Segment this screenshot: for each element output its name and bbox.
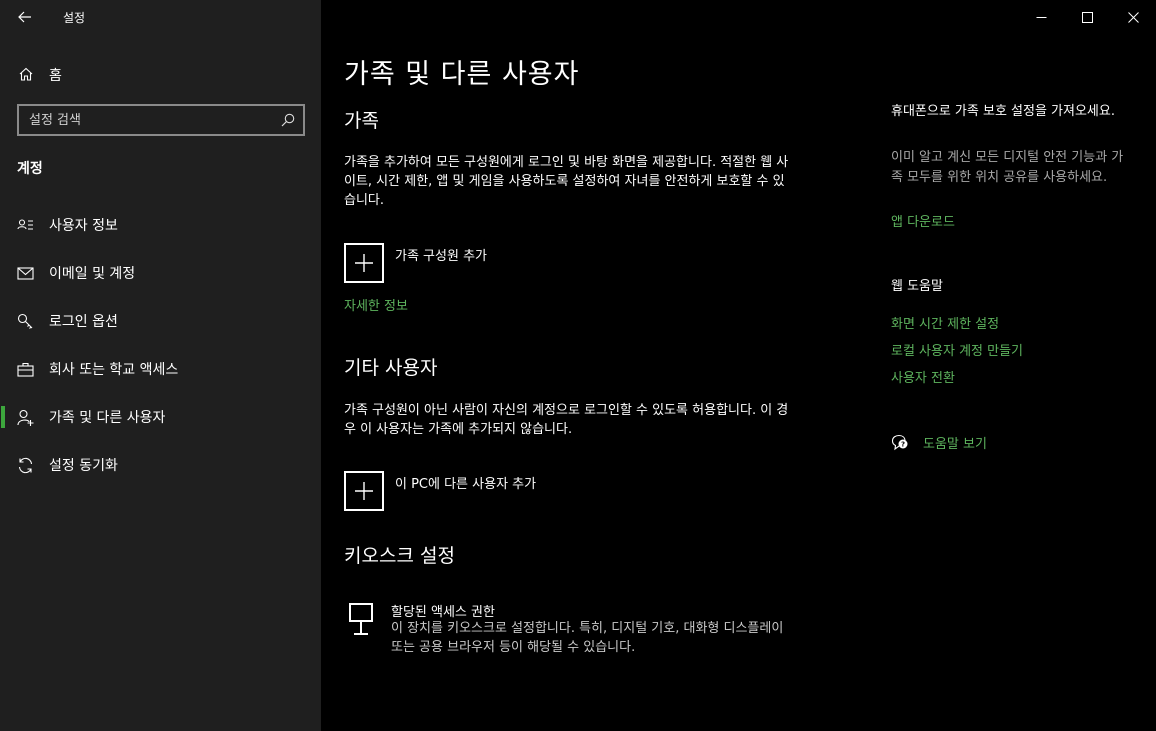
maximize-icon (1081, 11, 1093, 23)
phone-promo-title: 휴대폰으로 가족 보호 설정을 가져오세요. (891, 104, 1115, 119)
sidebar-item-label: 사용자 정보 (49, 218, 118, 234)
add-family-member-label: 가족 구성원 추가 (395, 249, 487, 264)
minimize-button[interactable] (1018, 0, 1064, 34)
section-title: 계정 (17, 161, 43, 177)
help-chat-icon: ? (891, 434, 908, 451)
learn-more-link[interactable]: 자세한 정보 (344, 295, 408, 314)
sidebar: 설정 홈 계정 사용자 정보 이메일 및 계정 (0, 0, 321, 731)
window-controls (1018, 0, 1156, 34)
search-icon[interactable] (280, 112, 296, 128)
back-arrow-icon (18, 11, 31, 23)
add-other-user-button[interactable]: 이 PC에 다른 사용자 추가 (344, 471, 794, 513)
sidebar-item-label: 가족 및 다른 사용자 (49, 410, 166, 426)
search-input[interactable] (19, 106, 269, 134)
get-help-button[interactable]: ? 도움말 보기 (891, 432, 1091, 454)
assigned-access-description: 이 장치를 키오스크로 설정합니다. 특히, 디지털 기호, 대화형 디스플레이… (391, 621, 784, 655)
add-box (344, 471, 384, 511)
sidebar-item-label: 이메일 및 계정 (49, 266, 136, 282)
sidebar-item-sync-settings[interactable]: 설정 동기화 (0, 445, 321, 485)
other-users-description: 가족 구성원이 아닌 사람이 자신의 계정으로 로그인할 수 있도록 허용합니다… (344, 403, 789, 437)
sidebar-item-work-school[interactable]: 회사 또는 학교 액세스 (0, 349, 321, 389)
sidebar-item-user-info[interactable]: 사용자 정보 (0, 205, 321, 245)
help-link-local-account[interactable]: 로컬 사용자 계정 만들기 (891, 340, 1023, 359)
sync-icon (18, 457, 33, 474)
add-other-user-label: 이 PC에 다른 사용자 추가 (395, 477, 537, 492)
sidebar-item-label: 로그인 옵션 (49, 314, 118, 330)
sidebar-item-label: 설정 동기화 (49, 458, 118, 474)
sidebar-item-label: 홈 (49, 68, 62, 84)
plus-icon (355, 254, 373, 272)
kiosk-heading: 키오스크 설정 (344, 545, 455, 567)
minimize-icon (1036, 16, 1046, 18)
kiosk-icon (349, 603, 373, 635)
sidebar-item-label: 회사 또는 학교 액세스 (49, 362, 179, 378)
sidebar-item-email-accounts[interactable]: 이메일 및 계정 (0, 253, 321, 293)
sidebar-item-home[interactable]: 홈 (0, 58, 321, 90)
back-button[interactable] (14, 6, 36, 28)
web-help-heading: 웹 도움말 (891, 279, 943, 294)
maximize-button[interactable] (1064, 0, 1110, 34)
family-description: 가족을 추가하여 모든 구성원에게 로그인 및 바탕 화면을 제공합니다. 적절… (344, 155, 789, 208)
add-box (344, 243, 384, 283)
svg-text:?: ? (901, 441, 905, 449)
person-card-icon (17, 219, 33, 230)
close-button[interactable] (1110, 0, 1156, 34)
page-title: 가족 및 다른 사용자 (344, 59, 580, 90)
sidebar-item-family-other-users[interactable]: 가족 및 다른 사용자 (0, 397, 321, 437)
briefcase-icon (17, 362, 34, 377)
help-link-screen-time[interactable]: 화면 시간 제한 설정 (891, 313, 999, 332)
add-family-member-button[interactable]: 가족 구성원 추가 (344, 243, 794, 285)
get-help-link: 도움말 보기 (923, 437, 987, 452)
assigned-access-button[interactable]: 할당된 액세스 권한 이 장치를 키오스크로 설정합니다. 특히, 디지털 기호… (344, 598, 804, 658)
other-users-heading: 기타 사용자 (344, 357, 438, 379)
app-title: 설정 (63, 11, 86, 25)
download-app-link[interactable]: 앱 다운로드 (891, 211, 955, 230)
sidebar-item-sign-in-options[interactable]: 로그인 옵션 (0, 301, 321, 341)
assigned-access-title: 할당된 액세스 권한 (391, 605, 495, 620)
key-icon (17, 313, 33, 329)
selection-indicator (1, 406, 5, 428)
person-add-icon (17, 409, 34, 426)
help-link-switch-user[interactable]: 사용자 전환 (891, 367, 955, 386)
phone-promo-description: 이미 알고 계신 모든 디지털 안전 기능과 가족 모두를 위한 위치 공유를 … (891, 150, 1124, 185)
search-box[interactable] (17, 104, 305, 136)
plus-icon (355, 482, 373, 500)
title-bar: 설정 (0, 0, 321, 34)
mail-icon (17, 267, 34, 280)
family-heading: 가족 (344, 110, 379, 132)
main-content: 가족 및 다른 사용자 가족 가족을 추가하여 모든 구성원에게 로그인 및 바… (321, 0, 1156, 731)
home-icon (19, 67, 33, 81)
close-icon (1127, 11, 1139, 23)
